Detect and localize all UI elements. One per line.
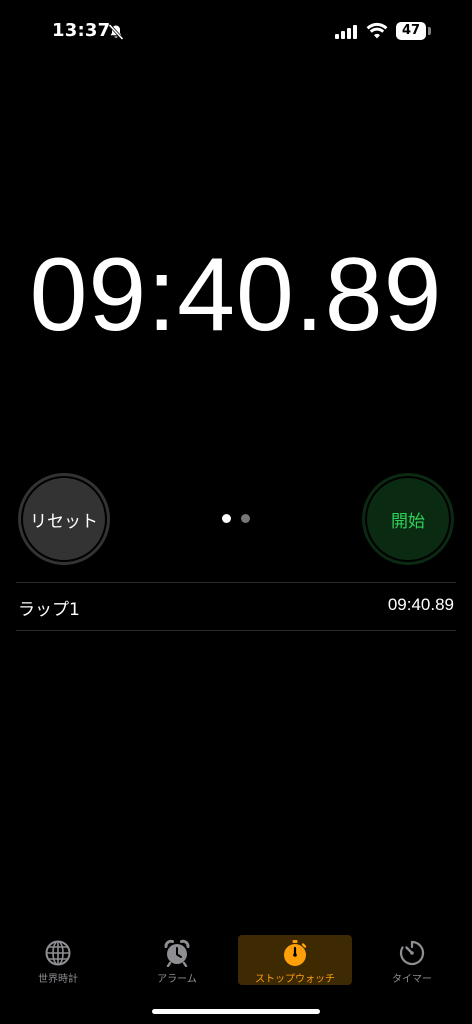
battery-tip: [428, 27, 431, 35]
tab-stopwatch[interactable]: ストップウォッチ: [238, 935, 352, 985]
tab-world-clock[interactable]: 世界時計: [1, 935, 115, 985]
lap-divider: [16, 630, 456, 631]
wifi-icon: [366, 22, 388, 39]
tab-label: ストップウォッチ: [255, 974, 335, 985]
tab-label: 世界時計: [38, 974, 78, 985]
tab-bar: 世界時計 アラーム ストップウォッチ タイマー: [0, 930, 472, 990]
start-button[interactable]: 開始: [362, 473, 454, 565]
battery-icon: 47: [396, 22, 426, 40]
globe-icon: [45, 940, 71, 966]
reset-button[interactable]: リセット: [18, 473, 110, 565]
page-dot-active: [222, 514, 231, 523]
page-dot: [241, 514, 250, 523]
bell-slash-icon: [108, 23, 124, 41]
lap-label: ラップ1: [18, 600, 80, 620]
status-time: 13:37: [52, 20, 111, 41]
stopwatch-display: 09:40.89: [29, 237, 443, 353]
tab-label: タイマー: [392, 974, 432, 985]
page-indicator[interactable]: [219, 514, 255, 524]
battery-level: 47: [401, 23, 421, 38]
cellular-signal-icon: [335, 25, 357, 39]
tab-alarm[interactable]: アラーム: [120, 935, 234, 985]
timer-icon: [399, 940, 425, 966]
home-indicator[interactable]: [152, 1009, 320, 1014]
alarm-clock-icon: [164, 939, 190, 967]
lap-time: 09:40.89: [387, 595, 454, 614]
status-bar: 13:37 47: [0, 0, 472, 60]
tab-timer[interactable]: タイマー: [355, 935, 469, 985]
stopwatch-icon: [284, 940, 307, 966]
tab-label: アラーム: [157, 974, 197, 985]
lap-row: ラップ1 09:40.89: [16, 583, 456, 630]
